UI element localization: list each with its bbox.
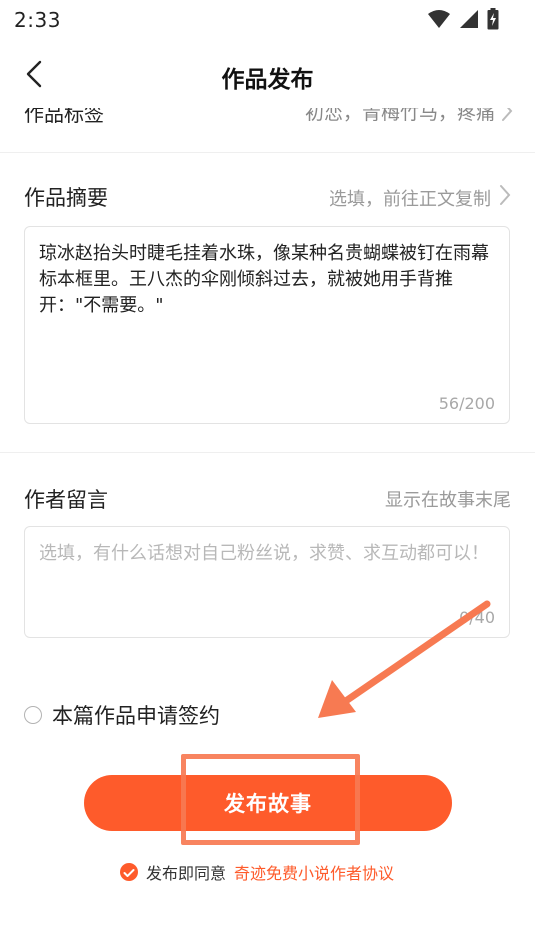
chevron-right-icon: [499, 184, 511, 211]
divider: [0, 452, 535, 453]
signal-icon: [459, 9, 479, 33]
summary-hint-text: 选填，前往正文复制: [329, 188, 491, 210]
chevron-right-icon: [501, 108, 513, 126]
summary-title: 作品摘要: [24, 186, 108, 210]
agreement-check[interactable]: [120, 863, 138, 881]
tags-value: 初恋，青梅竹马，疼痛: [304, 108, 495, 124]
tags-label: 作品标签: [24, 108, 104, 126]
author-note-textbox[interactable]: 选填，有什么话想对自己粉丝说，求赞、求互动都可以！ 0/40: [24, 526, 510, 638]
sign-label: 本篇作品申请签约: [52, 704, 220, 728]
sign-radio[interactable]: [24, 706, 42, 724]
author-note-hint: 显示在故事末尾: [385, 486, 511, 512]
summary-text: 琼冰赵抬头时睫毛挂着水珠，像某种名贵蝴蝶被钉在雨幕标本框里。王八杰的伞刚倾斜过去…: [39, 243, 489, 316]
check-icon: [123, 863, 135, 882]
status-icons: [427, 8, 499, 34]
battery-charging-icon: [487, 8, 499, 34]
agreement-link[interactable]: 奇迹免费小说作者协议: [234, 860, 394, 884]
author-note-hint-text: 显示在故事末尾: [385, 490, 511, 511]
summary-counter: 56/200: [438, 394, 495, 413]
tags-row[interactable]: 作品标签 初恋，青梅竹马，疼痛: [0, 108, 535, 153]
summary-textbox[interactable]: 琼冰赵抬头时睫毛挂着水珠，像某种名贵蝴蝶被钉在雨幕标本框里。王八杰的伞刚倾斜过去…: [24, 226, 510, 424]
author-note-title: 作者留言: [24, 488, 108, 512]
agreement-prefix: 发布即同意: [146, 864, 227, 883]
author-note-placeholder: 选填，有什么话想对自己粉丝说，求赞、求互动都可以！: [39, 543, 489, 564]
summary-hint[interactable]: 选填，前往正文复制: [329, 184, 511, 211]
annotation-highlight-box: [181, 754, 360, 845]
screen: 2:33 作品发布 作品标签 初恋，青梅竹马，疼痛 作品摘要 选填，前往正文复制…: [0, 0, 535, 948]
agreement-row: 发布即同意 奇迹免费小说作者协议: [120, 860, 394, 884]
status-bar: 2:33: [0, 0, 535, 40]
wifi-icon: [427, 9, 451, 33]
page-title: 作品发布: [221, 67, 314, 93]
app-bar: 作品发布: [0, 44, 535, 108]
author-note-counter: 0/40: [459, 608, 495, 627]
sign-contract-option[interactable]: 本篇作品申请签约: [24, 700, 220, 730]
status-time: 2:33: [14, 8, 61, 32]
